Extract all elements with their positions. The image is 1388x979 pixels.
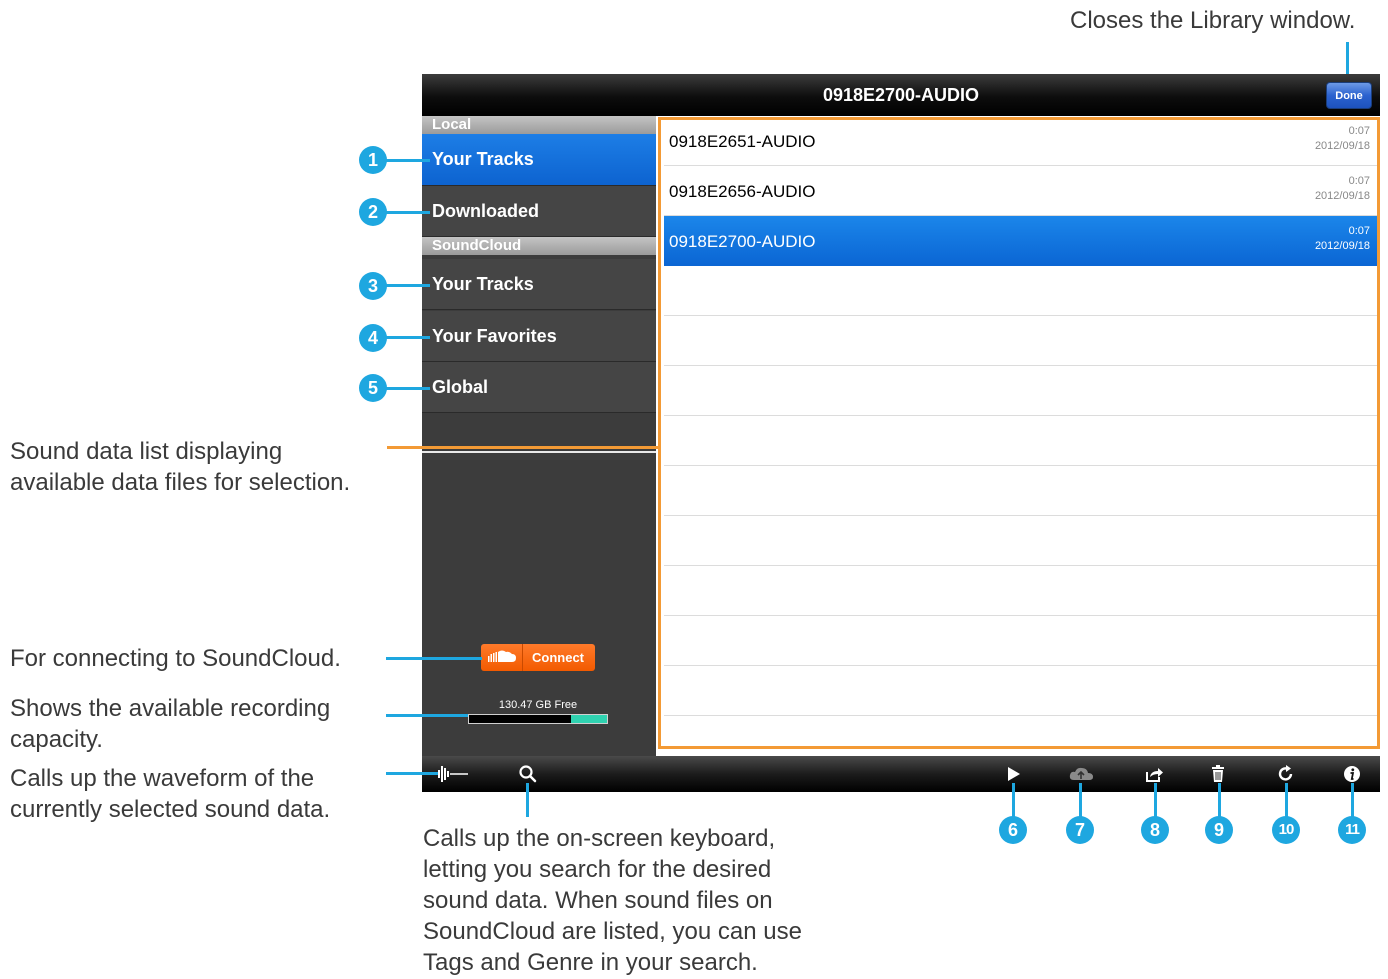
- annotation-list-line2: available data files for selection.: [10, 469, 351, 496]
- leader-line-8: [1154, 783, 1157, 817]
- callout-badge-3: 3: [359, 272, 387, 300]
- leader-line-7: [1079, 783, 1082, 817]
- trash-icon[interactable]: [1208, 764, 1228, 784]
- window-title: 0918E2700-AUDIO: [822, 85, 980, 105]
- callout-badge-2: 2: [359, 198, 387, 226]
- leader-line-capacity: [386, 714, 468, 717]
- callout-badge-10: 10: [1272, 816, 1300, 844]
- leader-line-3: [386, 284, 430, 287]
- leader-line-connect: [386, 657, 482, 660]
- leader-line-1: [386, 159, 430, 162]
- leader-line-list: [387, 446, 659, 449]
- storage-free-fill: [571, 715, 607, 723]
- sidebar-item-your-favorites[interactable]: Your Favorites: [422, 311, 656, 362]
- sidebar-item-global[interactable]: Global: [422, 362, 656, 413]
- callout-badge-5: 5: [359, 374, 387, 402]
- annotation-search-line3: sound data. When sound files on: [423, 887, 773, 914]
- annotation-connect: For connecting to SoundCloud.: [10, 645, 341, 672]
- callout-badge-4: 4: [359, 324, 387, 352]
- leader-line-waveform: [386, 772, 438, 775]
- soundcloud-logo-icon: [481, 644, 523, 671]
- title-bar: 0918E2700-AUDIO Done: [422, 74, 1380, 116]
- done-button[interactable]: Done: [1326, 82, 1372, 109]
- storage-free-label: 130.47 GB Free: [498, 699, 578, 711]
- share-icon[interactable]: [1144, 764, 1164, 784]
- leader-line-9: [1218, 783, 1221, 817]
- bottom-toolbar: [422, 756, 1380, 792]
- sound-data-list-highlight: [658, 117, 1380, 749]
- section-header-soundcloud: SoundCloud: [422, 237, 656, 255]
- annotation-search-line5: Tags and Genre in your search.: [423, 949, 758, 976]
- callout-badge-6: 6: [999, 816, 1027, 844]
- annotation-search-line1: Calls up the on-screen keyboard,: [423, 825, 776, 852]
- annotation-capacity-line1: Shows the available recording: [10, 695, 331, 722]
- leader-line-6: [1012, 783, 1015, 817]
- annotation-search-line4: SoundCloud are listed, you can use: [423, 918, 802, 945]
- info-icon[interactable]: [1342, 764, 1362, 784]
- leader-line-11: [1351, 783, 1354, 817]
- cloud-upload-icon[interactable]: [1068, 764, 1096, 784]
- annotation-list-line1: Sound data list displaying: [10, 438, 283, 465]
- annotation-waveform-line1: Calls up the waveform of the: [10, 765, 315, 792]
- leader-line-4: [386, 336, 430, 339]
- leader-line-search: [526, 783, 529, 817]
- section-header-local: Local: [422, 116, 656, 134]
- annotation-search-line2: letting you search for the desired: [423, 856, 772, 883]
- connect-label: Connect: [532, 650, 584, 665]
- storage-capacity-bar: [468, 714, 608, 724]
- annotation-done: Closes the Library window.: [1070, 7, 1356, 34]
- callout-badge-9: 9: [1205, 816, 1233, 844]
- play-icon[interactable]: [1003, 764, 1023, 784]
- sidebar-divider: [422, 451, 656, 453]
- sidebar-item-local-your-tracks[interactable]: Your Tracks: [422, 134, 656, 186]
- leader-line-10: [1285, 783, 1288, 817]
- callout-badge-8: 8: [1141, 816, 1169, 844]
- callout-badge-1: 1: [359, 146, 387, 174]
- sidebar-item-soundcloud-your-tracks[interactable]: Your Tracks: [422, 259, 656, 310]
- sidebar-item-downloaded[interactable]: Downloaded: [422, 186, 656, 237]
- callout-badge-11: 11: [1338, 816, 1366, 844]
- soundcloud-connect-button[interactable]: Connect: [481, 644, 595, 671]
- annotation-capacity-line2: capacity.: [10, 726, 103, 753]
- leader-line-5: [386, 387, 430, 390]
- refresh-icon[interactable]: [1276, 764, 1296, 784]
- callout-badge-7: 7: [1066, 816, 1094, 844]
- search-icon[interactable]: [518, 764, 538, 784]
- annotation-waveform-line2: currently selected sound data.: [10, 796, 331, 823]
- leader-line-2: [386, 211, 430, 214]
- library-sidebar: Local Your Tracks Downloaded SoundCloud …: [422, 116, 656, 756]
